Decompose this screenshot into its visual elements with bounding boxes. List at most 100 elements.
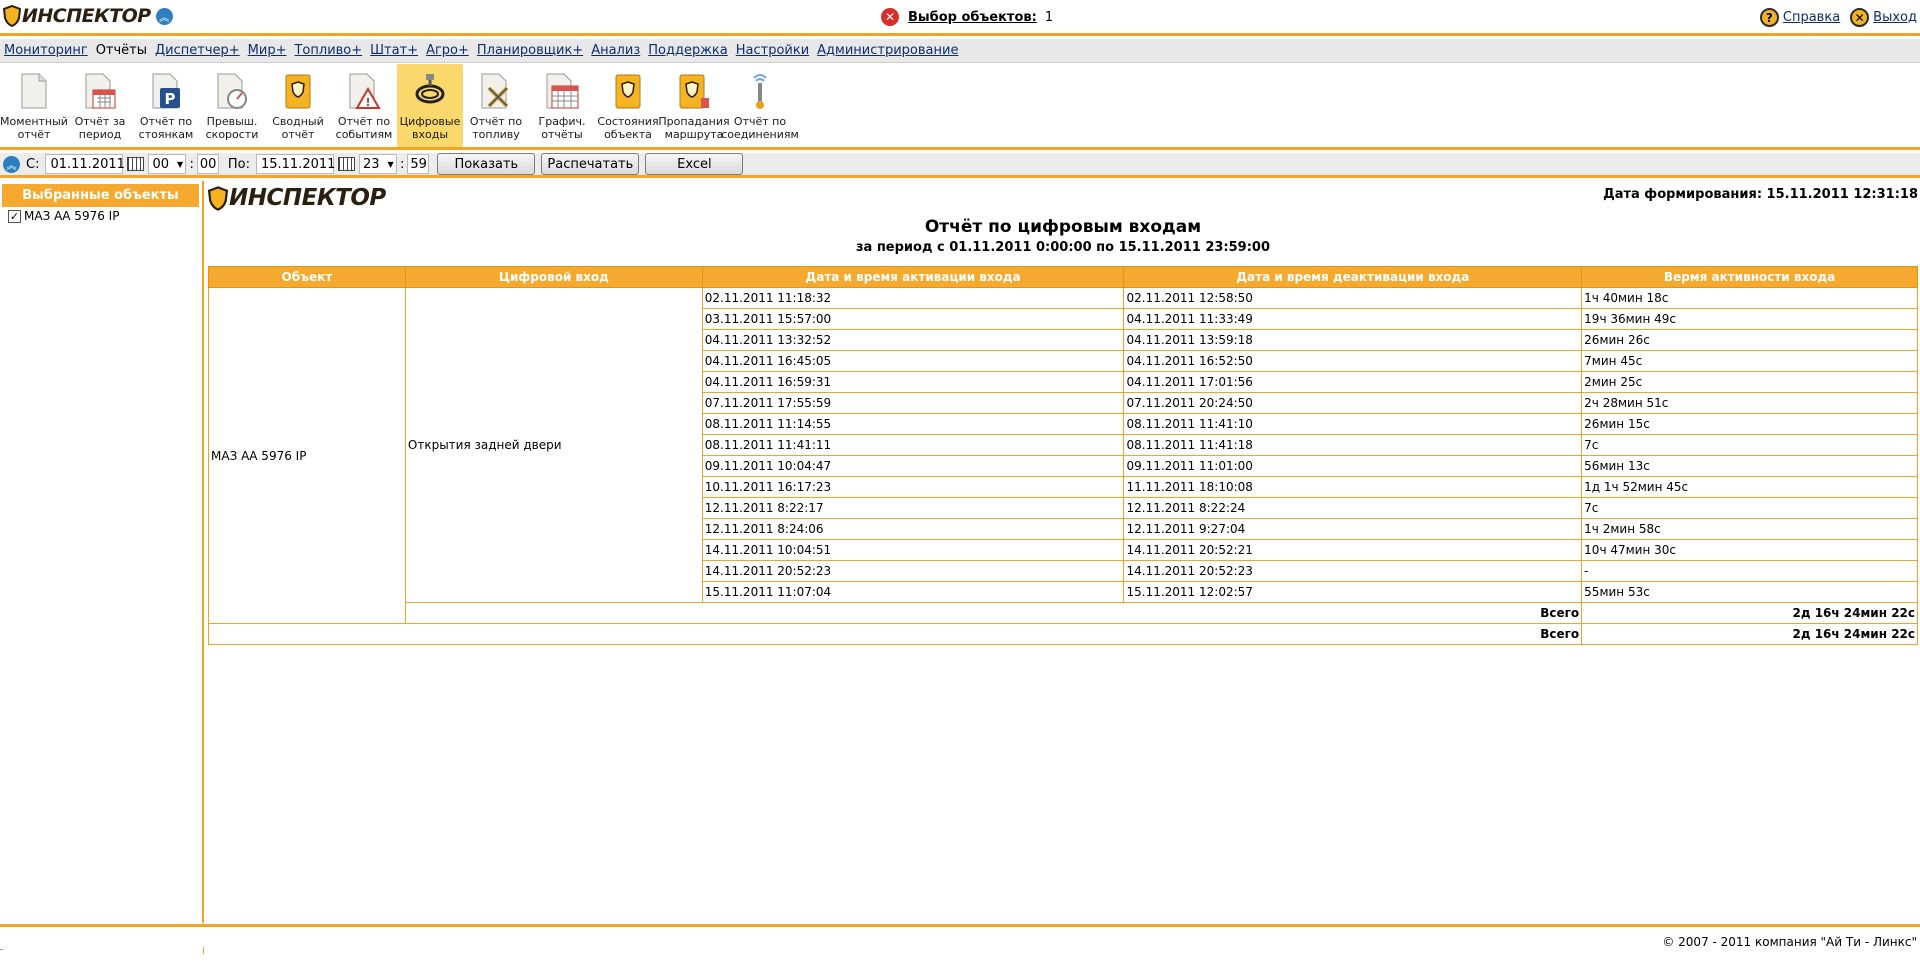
menu-mir[interactable]: Мир+ [248,43,287,58]
warning-doc-icon: ! [345,69,383,113]
from-hour-value: 00 [152,156,170,172]
tool-connections-report[interactable]: Отчёт по соединениям [721,64,799,147]
menu-reports[interactable]: Отчёты [96,43,147,58]
active-duration-cell: 1ч 40мин 18с [1581,287,1918,309]
app-logo[interactable]: ИНСПЕКТОР ︽ [3,5,173,27]
object-label: МАЗ АА 5976 IP [24,209,120,223]
activation-time-cell: 03.11.2011 15:57:00 [701,308,1125,330]
tool-parking-report[interactable]: P Отчёт по стоянкам [133,64,199,147]
collapse-toolbar-icon[interactable]: ︽ [3,155,20,173]
activation-time-cell: 04.11.2011 16:45:05 [701,350,1125,372]
object-selection: ✕ Выбор объектов: 1 [881,8,1053,26]
parking-icon: P [147,69,185,113]
tool-object-states[interactable]: Состояния объекта [595,64,661,147]
deactivation-time-cell: 12.11.2011 9:27:04 [1123,518,1583,540]
route-loss-icon [675,69,713,113]
menu-support[interactable]: Поддержка [648,43,728,58]
shield-logo-icon [3,5,21,27]
deactivation-time-cell: 04.11.2011 16:52:50 [1123,350,1583,372]
digital-input-cell: Открытия задней двери [404,287,703,603]
collapse-header-icon[interactable]: ︽ [155,7,173,25]
menu-settings[interactable]: Настройки [736,43,809,58]
help-link[interactable]: ? Справка [1759,8,1840,27]
tool-label: Моментный отчёт [0,115,68,141]
tool-label: Состояния объекта [597,115,659,141]
report-area: ИНСПЕКТОР Дата формирования: 15.11.2011 … [206,181,1920,923]
logout-link[interactable]: ✕ Выход [1850,8,1917,27]
tool-moment-report[interactable]: Моментный отчёт [0,64,68,147]
main-menu: Мониторинг Отчёты Диспетчер+ Мир+ Топлив… [0,39,1920,63]
time-colon: : [189,156,194,172]
from-minute-input[interactable]: 00 [196,154,219,174]
excel-button[interactable]: Excel [645,153,744,175]
calendar-icon[interactable] [127,157,145,171]
from-label: С: [26,156,40,172]
to-hour-value: 23 [362,156,380,172]
to-date-input[interactable]: 15.11.2011 [255,154,335,174]
tool-label: Пропадания маршрута [658,115,730,141]
tool-summary-report[interactable]: Сводный отчёт [265,64,331,147]
tool-events-report[interactable]: ! Отчёт по событиям [331,64,397,147]
calendar-icon[interactable] [337,157,355,171]
menu-planner[interactable]: Планировщик+ [477,43,583,58]
deactivation-time-cell: 04.11.2011 17:01:56 [1123,371,1583,393]
top-right-links: ? Справка ✕ Выход [1750,8,1917,27]
active-duration-cell: 2мин 25с [1581,371,1918,393]
list-item[interactable]: ✓ МАЗ АА 5976 IP [8,209,199,223]
divider [0,949,3,950]
active-duration-cell: 10ч 47мин 30с [1581,539,1918,561]
tool-digital-inputs[interactable]: Цифровые входы [397,64,463,147]
show-button[interactable]: Показать [437,153,536,175]
top-bar: ИНСПЕКТОР ︽ ✕ Выбор объектов: 1 ? Справк… [0,0,1920,36]
object-checkbox[interactable]: ✓ [8,209,21,223]
deactivation-time-cell: 09.11.2011 11:01:00 [1123,455,1583,477]
tool-period-report[interactable]: Отчёт за период [67,64,133,147]
activation-time-cell: 14.11.2011 20:52:23 [701,560,1125,582]
tool-fuel-report[interactable]: Отчёт по топливу [463,64,529,147]
tool-speeding-report[interactable]: Превыш. скорости [199,64,265,147]
report-subtitle: за период с 01.11.2011 0:00:00 по 15.11.… [855,240,1271,255]
to-minute-input[interactable]: 59 [407,154,430,174]
fuel-doc-icon [477,69,515,113]
active-duration-cell: 1д 1ч 52мин 45с [1581,476,1918,498]
menu-analysis[interactable]: Анализ [591,43,640,58]
antenna-icon [741,69,779,113]
report-table: Объект Цифровой вход Дата и время актива… [207,266,1918,645]
from-hour-select[interactable]: 00 ▼ [148,154,187,174]
logout-icon: ✕ [1850,8,1870,27]
active-duration-cell: 19ч 36мин 49с [1581,308,1918,330]
active-duration-cell: 7с [1581,434,1918,456]
panel-header: Выбранные объекты [2,184,199,207]
deactivation-time-cell: 04.11.2011 11:33:49 [1123,308,1583,330]
menu-agro[interactable]: Агро+ [426,43,469,58]
activation-time-cell: 04.11.2011 16:59:31 [701,371,1125,393]
document-icon [15,69,53,113]
tool-route-loss[interactable]: Пропадания маршрута [658,64,730,147]
activation-time-cell: 09.11.2011 10:04:47 [701,455,1125,477]
active-duration-cell: 55мин 53с [1581,581,1918,603]
menu-dispatcher[interactable]: Диспетчер+ [155,43,240,58]
print-button[interactable]: Распечатать [541,153,640,175]
from-date-input[interactable]: 01.11.2011 [45,154,125,174]
period-bar: ︽ С: 01.11.2011 00 ▼ : 00 По: 15.11.2011 … [0,153,1920,178]
column-header: Объект [208,266,406,288]
to-hour-select[interactable]: 23 ▼ [358,154,397,174]
tool-label: Превыш. скорости [205,115,259,141]
clear-selection-icon[interactable]: ✕ [881,8,899,26]
total-value: 2д 16ч 24мин 22с [1581,623,1918,645]
activation-time-cell: 02.11.2011 11:18:32 [701,287,1125,309]
logo-text: ИНСПЕКТОР [229,185,386,211]
report-toolbar: Моментный отчёт Отчёт за период P Отчёт … [0,64,1920,150]
activation-time-cell: 15.11.2011 11:07:04 [701,581,1125,603]
logo-text: ИНСПЕКТОР [22,5,151,27]
deactivation-time-cell: 08.11.2011 11:41:18 [1123,434,1583,456]
menu-administration[interactable]: Администрирование [817,43,958,58]
menu-staff[interactable]: Штат+ [370,43,418,58]
tool-graphic-reports[interactable]: Графич. отчёты [529,64,595,147]
tool-label: Отчёт по соединениям [721,115,799,141]
subtotal-row: Всего 2д 16ч 24мин 22с [209,602,1918,624]
subtotal-value: 2д 16ч 24мин 22с [1581,602,1918,624]
menu-fuel[interactable]: Топливо+ [294,43,362,58]
selection-label[interactable]: Выбор объектов: [908,10,1037,25]
menu-monitoring[interactable]: Мониторинг [4,43,88,58]
